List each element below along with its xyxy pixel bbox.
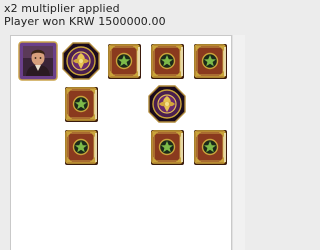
spellbook-symbol-icon: [61, 84, 101, 124]
spellbook-symbol-icon: [190, 127, 230, 167]
medallion-symbol-icon: [61, 41, 101, 81]
medallion-symbol-icon: [147, 84, 187, 124]
spellbook-symbol-icon: [190, 41, 230, 81]
multiplier-message: x2 multiplier applied: [4, 2, 120, 15]
status-messages: x2 multiplier applied Player won KRW 150…: [4, 2, 166, 28]
portrait-wild-symbol-icon: [18, 41, 58, 81]
spellbook-symbol-icon: [147, 127, 187, 167]
spellbook-symbol-icon: [61, 127, 101, 167]
win-message: Player won KRW 1500000.00: [4, 15, 166, 28]
game-window: x2 multiplier applied Player won KRW 150…: [0, 0, 249, 250]
spellbook-symbol-icon: [104, 41, 144, 81]
spellbook-symbol-icon: [147, 41, 187, 81]
scrollbar[interactable]: [232, 35, 245, 250]
